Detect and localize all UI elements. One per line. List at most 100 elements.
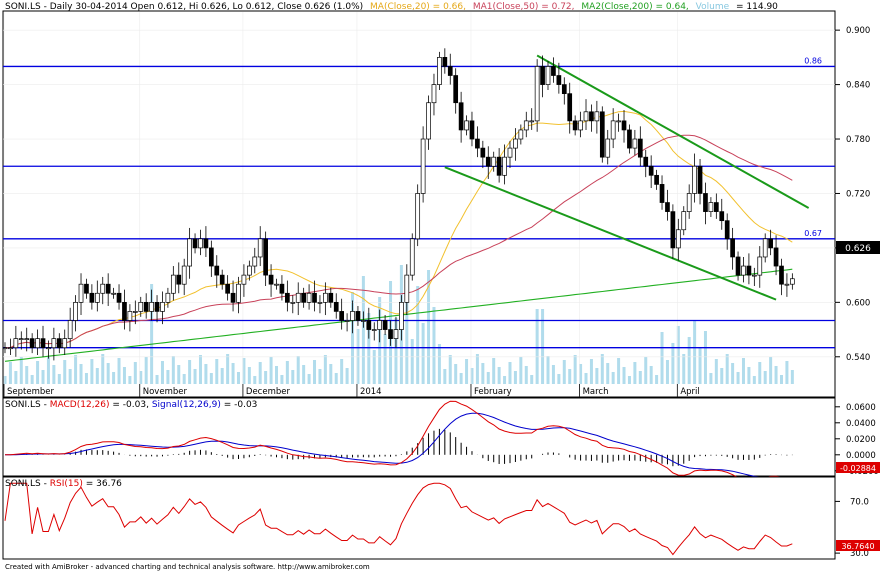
- macd-title-end: = -0.03: [224, 400, 258, 410]
- candle-body: [208, 247, 214, 267]
- volume-bar: [497, 367, 501, 384]
- candle-body: [496, 156, 502, 176]
- candle-body: [675, 229, 681, 249]
- volume-bar: [432, 307, 436, 384]
- volume-bar: [763, 371, 767, 384]
- price-tick-label: 0.540: [846, 353, 870, 363]
- volume-bar: [709, 373, 713, 384]
- candle-body: [458, 102, 464, 131]
- volume-bar: [275, 366, 278, 384]
- candle-body: [730, 238, 735, 258]
- volume-bar: [410, 339, 414, 384]
- volume-bar: [524, 366, 528, 384]
- volume-bar: [323, 355, 327, 384]
- candle-body: [534, 66, 540, 122]
- candle-body: [56, 338, 62, 349]
- volume-bar: [264, 371, 268, 384]
- volume-bar: [513, 371, 517, 384]
- candle-body: [268, 274, 274, 285]
- candle-body: [111, 292, 116, 295]
- macd-tick-label: 0.0400: [846, 419, 876, 429]
- volume-bar: [465, 359, 469, 384]
- candle-body: [13, 338, 19, 349]
- volume-bar: [703, 331, 707, 384]
- candle-body: [344, 320, 350, 322]
- candle-body: [409, 238, 415, 276]
- volume-bar: [41, 370, 45, 384]
- candle-body: [480, 147, 486, 158]
- candle-body: [540, 66, 545, 85]
- macd-title-signal: Signal(12,26,9): [152, 400, 221, 410]
- rsi-title: SONI.LS - RSI(15) = 36.76: [5, 479, 122, 489]
- candle-body: [713, 202, 719, 212]
- candle-body: [317, 301, 323, 304]
- candle-body: [784, 283, 790, 286]
- volume-bar: [785, 361, 789, 384]
- candle-body: [513, 138, 518, 149]
- volume-bar: [258, 362, 262, 384]
- volume-bar: [655, 375, 659, 384]
- macd-tick-label: 0.0200: [846, 435, 876, 445]
- candle-body: [355, 311, 361, 321]
- candle-body: [437, 57, 442, 85]
- volume-bar: [372, 350, 376, 384]
- volume-bar: [112, 372, 116, 384]
- volume-bar: [291, 370, 295, 384]
- candle-body: [469, 120, 475, 140]
- price-tick-label: 0.840: [846, 81, 870, 91]
- volume-bar: [790, 370, 794, 384]
- candle-body: [762, 238, 768, 258]
- candle-body: [274, 283, 279, 286]
- candle-body: [279, 283, 285, 294]
- month-label: April: [680, 387, 699, 397]
- candle-body: [382, 320, 388, 330]
- volume-bar: [198, 355, 202, 384]
- candle-body: [393, 329, 399, 339]
- rsi-panel: [2, 476, 836, 560]
- volume-bar: [329, 364, 333, 384]
- candle-body: [464, 120, 469, 131]
- volume-bar: [160, 361, 164, 384]
- volume-bar: [361, 276, 365, 384]
- volume-bar: [280, 375, 284, 384]
- volume-bar: [247, 367, 251, 384]
- volume-bar: [573, 355, 577, 384]
- volume-bar: [660, 332, 664, 384]
- chart-header: SONI.LS - Daily 30-04-2014 Open 0.612, H…: [5, 2, 778, 12]
- volume-bar: [57, 374, 61, 384]
- candle-body: [616, 120, 621, 123]
- candle-body: [230, 292, 236, 303]
- volume-bar: [481, 363, 485, 384]
- candle-body: [187, 238, 192, 267]
- candle-body: [415, 193, 421, 240]
- candle-body: [116, 292, 122, 303]
- volume-bar: [698, 348, 702, 384]
- volume-bar: [627, 376, 631, 384]
- volume-bar: [122, 367, 126, 384]
- volume-bar: [296, 356, 300, 384]
- candle-body: [181, 265, 187, 285]
- candle-body: [741, 265, 746, 276]
- volume-bar: [30, 375, 34, 384]
- candle-body: [431, 84, 437, 104]
- volume-bar: [475, 354, 479, 384]
- volume-bar: [220, 368, 224, 384]
- volume-bar: [117, 358, 121, 384]
- volume-bar: [144, 357, 148, 384]
- price-tick-label: 0.900: [846, 26, 870, 36]
- rsi-title-name: RSI(15): [50, 479, 83, 489]
- candle-body: [551, 66, 556, 76]
- candle-body: [654, 174, 659, 185]
- volume-bar: [90, 359, 94, 384]
- candle-body: [143, 301, 149, 312]
- candle-body: [399, 301, 404, 330]
- volume-bar: [74, 355, 78, 384]
- candle-body: [247, 265, 252, 276]
- footer-credit: Created with AmiBroker - advanced charti…: [5, 563, 370, 571]
- candle-body: [768, 238, 773, 249]
- last-price-label: 0.626: [845, 244, 871, 254]
- candle-body: [165, 292, 171, 303]
- volume-bar: [182, 374, 186, 384]
- price-chart: 0.860.67 0.9000.8400.7800.7200.6600.6000…: [2, 2, 880, 571]
- volume-bar: [741, 358, 745, 384]
